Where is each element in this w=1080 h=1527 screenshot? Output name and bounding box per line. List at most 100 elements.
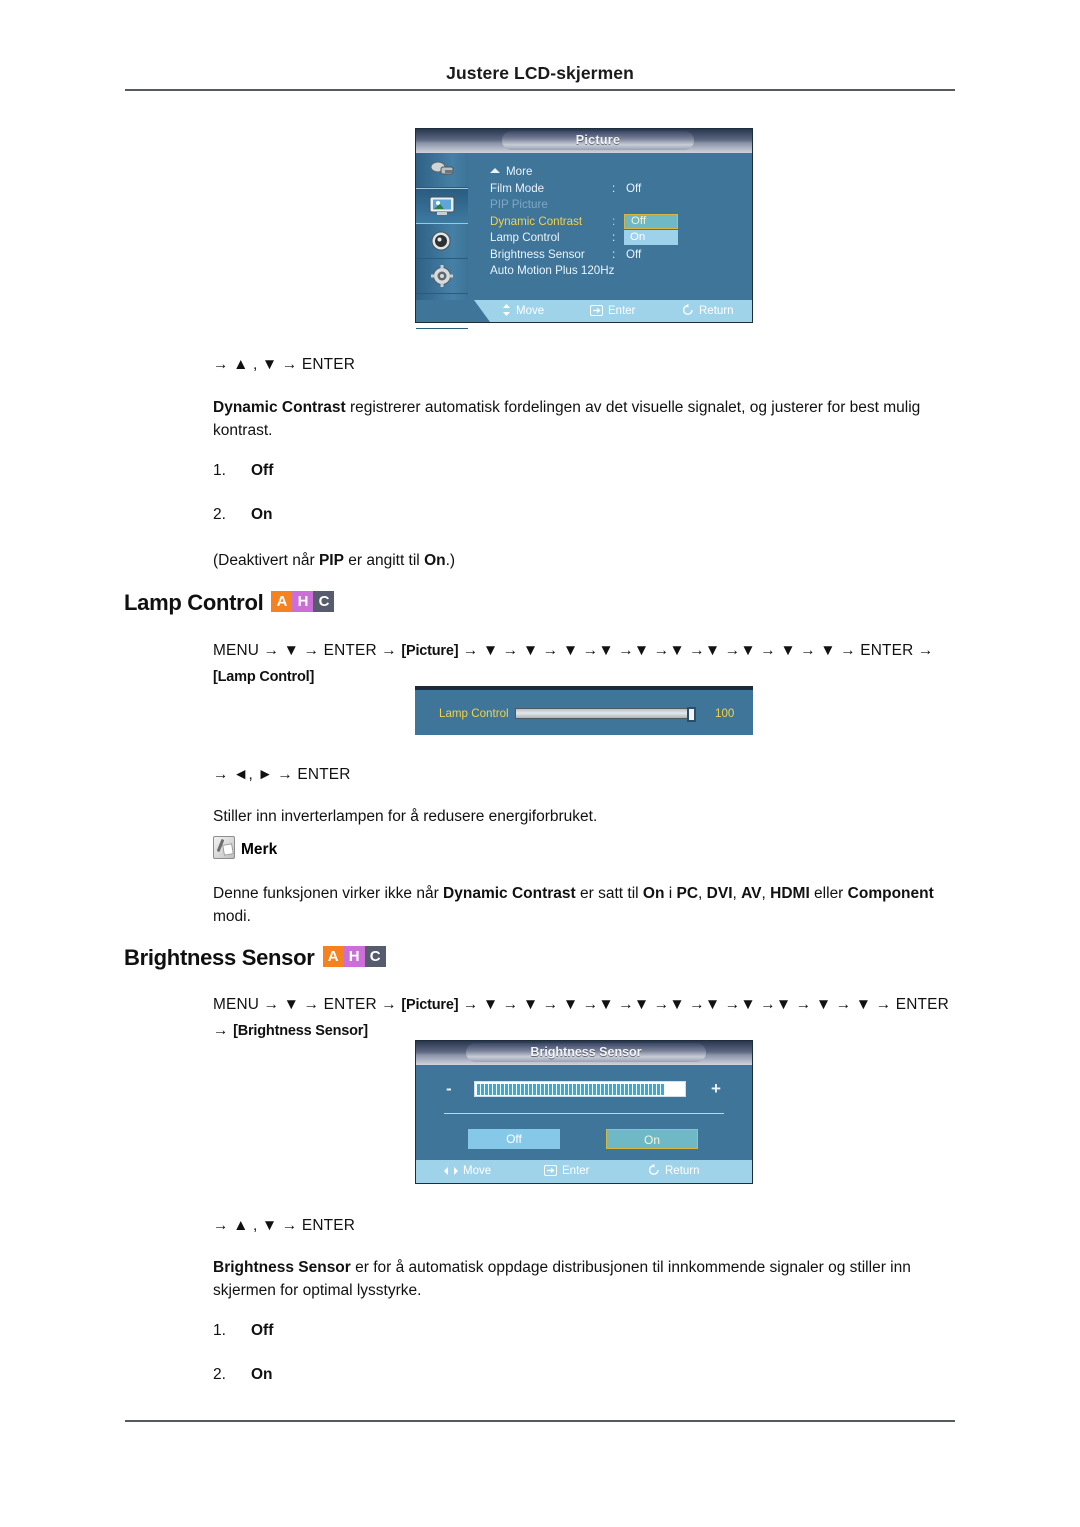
brightness-segment	[525, 1084, 528, 1095]
brightness-segment	[529, 1084, 532, 1095]
osd-row-more[interactable]: More	[490, 165, 734, 182]
sidebar-item-sound[interactable]	[416, 224, 468, 259]
osd-lamp-control-label: Lamp Control	[439, 707, 509, 720]
osd-row-pip-picture: PIP Picture	[490, 198, 734, 215]
footer-move[interactable]: Move	[502, 300, 544, 324]
brightness-segment	[661, 1084, 664, 1095]
brightness-segment	[505, 1084, 508, 1095]
brightness-level-bar[interactable]	[474, 1081, 686, 1097]
footer-rule	[125, 1420, 955, 1422]
note-post: .)	[445, 552, 456, 569]
osd-picture-body: More Film Mode : Off PIP Picture Dynamic…	[416, 153, 752, 329]
note-term-av: AV	[741, 885, 762, 902]
osd-lamp-control-value: 100	[715, 707, 735, 720]
brightness-sensor-nav: → ▲ , ▼ → ENTER	[213, 1217, 356, 1234]
note-icon	[213, 836, 235, 859]
sidebar-item-picture[interactable]	[416, 188, 468, 224]
brightness-sensor-menu-path: MENU → ▼ → ENTER → [Picture] → ▼ → ▼ → ▼…	[213, 992, 961, 1044]
osd-row-brightness-sensor[interactable]: Brightness Sensor : Off	[490, 248, 734, 265]
osd-row-value: Off	[626, 181, 642, 195]
osd-row-label: Film Mode	[490, 181, 545, 195]
footer-move[interactable]: Move	[444, 1160, 491, 1185]
note-term-dynamic-contrast: Dynamic Contrast	[443, 885, 576, 902]
note-term-pc: PC	[676, 885, 699, 902]
lamp-control-note-paragraph: Denne funksjonen virker ikke når Dynamic…	[213, 882, 961, 928]
note-pre: Denne funksjonen virker ikke når	[213, 885, 444, 902]
brightness-off-button[interactable]: Off	[468, 1129, 560, 1149]
osd-row-dynamic-contrast[interactable]: Dynamic Contrast : Off	[490, 213, 734, 232]
note-mid: er angitt til	[343, 552, 425, 569]
note-mid1: er satt til	[575, 885, 643, 902]
brightness-segment	[521, 1084, 524, 1095]
footer-enter[interactable]: Enter	[590, 300, 636, 324]
footer-enter-label: Enter	[608, 305, 636, 317]
brightness-segment	[657, 1084, 660, 1095]
osd-row-value: Off	[626, 247, 642, 261]
badge-c: C	[364, 945, 386, 967]
footer-enter[interactable]: Enter	[544, 1160, 590, 1185]
brightness-segment	[501, 1084, 504, 1095]
osd-brightness-footer: Move Enter Return	[416, 1160, 752, 1183]
brightness-segment	[509, 1084, 512, 1095]
gear-icon	[431, 265, 453, 287]
footer-items: Move Enter Return	[502, 300, 752, 322]
badge-a: A	[322, 945, 344, 967]
footer-enter-label: Enter	[562, 1165, 590, 1177]
osd-row-lamp-control[interactable]: Lamp Control : On	[490, 230, 734, 248]
note-mid4: ,	[732, 885, 742, 902]
osd-option-off[interactable]: Off	[624, 213, 678, 229]
footer-return-label: Return	[665, 1165, 700, 1177]
badge-group: AHC	[322, 945, 386, 967]
lamp-control-slider-track[interactable]	[515, 707, 696, 722]
footer-notch	[416, 300, 490, 322]
menu-path-brightness-sensor: [Brightness Sensor]	[233, 1023, 368, 1039]
brightness-segment	[589, 1084, 592, 1095]
osd-brightness-sensor: Brightness Sensor - + Off On Move Enter …	[415, 1040, 753, 1184]
heading-text: Brightness Sensor	[124, 945, 315, 970]
osd-row-colon: :	[612, 247, 616, 261]
osd-row-label: Dynamic Contrast	[490, 214, 583, 228]
brightness-segment	[541, 1084, 544, 1095]
osd-row-label: Brightness Sensor	[490, 247, 585, 261]
osd-row-colon: :	[612, 231, 616, 244]
brightness-segment	[481, 1084, 484, 1095]
list-value: On	[251, 1366, 273, 1383]
decrease-icon[interactable]: -	[446, 1079, 452, 1099]
lamp-control-slider-knob[interactable]	[687, 707, 696, 722]
list-number: 1.	[213, 462, 226, 479]
osd-row-auto-motion-plus[interactable]: Auto Motion Plus 120Hz	[490, 264, 734, 281]
note-mid5: ,	[761, 885, 771, 902]
brightness-segment	[577, 1084, 580, 1095]
page-title: Justere LCD-skjermen	[446, 63, 634, 83]
note-pre: (Deaktivert når	[213, 552, 319, 569]
brightness-segment	[485, 1084, 488, 1095]
sidebar-item-setup[interactable]	[416, 259, 468, 294]
note-mid3: ,	[698, 885, 707, 902]
note-post: modi.	[213, 908, 251, 925]
brightness-segment	[609, 1084, 612, 1095]
sidebar-item-input[interactable]	[416, 153, 468, 188]
osd-lamp-control-slider: Lamp Control 100	[415, 686, 753, 735]
note-block: Merk	[213, 836, 277, 859]
move-leftright-icon	[444, 1162, 458, 1185]
enter-icon	[544, 1162, 557, 1185]
footer-return[interactable]: Return	[648, 1160, 700, 1185]
osd-row-colon: :	[612, 181, 616, 195]
brightness-segment	[561, 1084, 564, 1095]
osd-brightness-title: Brightness Sensor	[466, 1043, 706, 1062]
brightness-segment	[617, 1084, 620, 1095]
footer-return-label: Return	[699, 305, 734, 317]
increase-icon[interactable]: +	[711, 1079, 721, 1099]
sound-icon	[431, 231, 451, 251]
badge-group: AHC	[271, 590, 335, 612]
osd-row-film-mode[interactable]: Film Mode : Off	[490, 182, 734, 199]
osd-option-on[interactable]: On	[624, 230, 678, 245]
brightness-segment	[477, 1084, 480, 1095]
footer-return[interactable]: Return	[682, 300, 734, 324]
header-rule	[125, 89, 955, 91]
brightness-on-button[interactable]: On	[606, 1129, 698, 1149]
brightness-segment	[557, 1084, 560, 1095]
osd-row-label: PIP Picture	[490, 198, 548, 211]
osd-picture-footer: Move Enter Return	[416, 300, 752, 322]
osd-picture-titlebar: Picture	[416, 129, 752, 153]
